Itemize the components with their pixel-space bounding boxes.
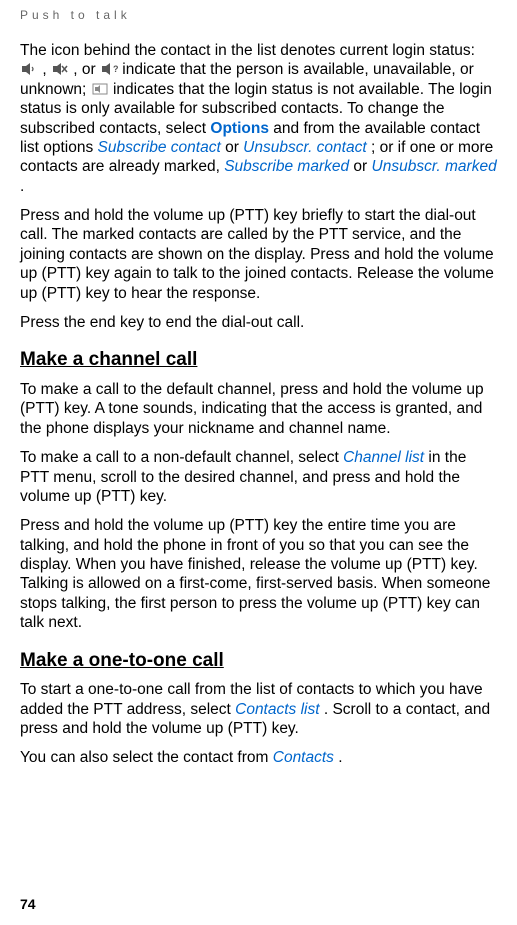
paragraph-default-channel: To make a call to the default channel, p… — [20, 380, 497, 438]
speaker-unavailable-icon — [91, 82, 109, 96]
speaker-unknown-icon: ? — [100, 62, 118, 76]
unsubscr-marked-link: Unsubscr. marked — [372, 158, 497, 175]
contacts-link: Contacts — [273, 749, 334, 766]
contacts-list-link: Contacts list — [235, 701, 319, 718]
paragraph-nondefault-channel: To make a call to a non-default channel,… — [20, 448, 497, 506]
paragraph-talking: Press and hold the volume up (PTT) key t… — [20, 516, 497, 632]
heading-channel-call: Make a channel call — [20, 348, 497, 372]
paragraph-start-onetoone: To start a one-to-one call from the list… — [20, 680, 497, 738]
speaker-icon — [20, 62, 38, 76]
text: You can also select the contact from — [20, 749, 273, 766]
text: , or — [73, 61, 100, 78]
subscribe-marked-link: Subscribe marked — [224, 158, 349, 175]
text: , — [42, 61, 51, 78]
text: or — [225, 139, 243, 156]
paragraph-dialout: Press and hold the volume up (PTT) key b… — [20, 206, 497, 303]
speaker-muted-icon — [51, 62, 69, 76]
channel-list-link: Channel list — [343, 449, 424, 466]
unsubscr-contact-link: Unsubscr. contact — [243, 139, 366, 156]
paragraph-contacts: You can also select the contact from Con… — [20, 748, 497, 767]
options-link: Options — [210, 120, 269, 137]
text: or — [353, 158, 371, 175]
text: . — [338, 749, 342, 766]
heading-one-to-one: Make a one-to-one call — [20, 649, 497, 673]
text: The icon behind the contact in the list … — [20, 42, 475, 59]
page-header: Push to talk — [20, 8, 497, 23]
paragraph-login-status: The icon behind the contact in the list … — [20, 41, 497, 196]
page-number: 74 — [20, 896, 36, 914]
svg-text:?: ? — [113, 64, 118, 74]
text: To make a call to a non-default channel,… — [20, 449, 343, 466]
subscribe-contact-link: Subscribe contact — [98, 139, 221, 156]
text: . — [20, 178, 24, 195]
paragraph-endkey: Press the end key to end the dial-out ca… — [20, 313, 497, 332]
